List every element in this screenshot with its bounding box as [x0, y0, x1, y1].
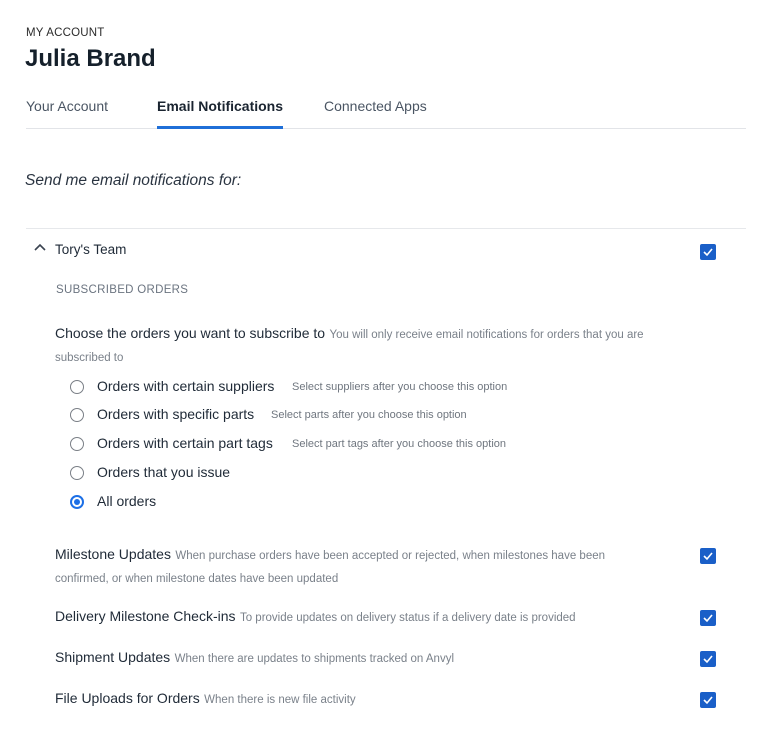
radio-button[interactable]	[70, 380, 84, 394]
checkmark-icon	[703, 552, 713, 561]
notification-milestone-updates: Milestone Updates When purchase orders h…	[55, 544, 655, 590]
notification-delivery-checkins: Delivery Milestone Check-ins To provide …	[55, 606, 655, 629]
tab-email-notifications[interactable]: Email Notifications	[157, 98, 284, 129]
radio-button[interactable]	[70, 466, 84, 480]
option-label: Orders that you issue	[97, 464, 231, 480]
team-checkbox[interactable]	[700, 244, 716, 260]
notification-hint: When there are updates to shipments trac…	[174, 653, 454, 665]
option-label: Orders with certain part tags	[97, 435, 273, 451]
notification-title: Delivery Milestone Check-ins	[55, 608, 236, 624]
team-name: Tory's Team	[55, 242, 127, 257]
option-label: Orders with certain suppliers	[97, 378, 275, 394]
intro-text: Send me email notifications for:	[25, 172, 242, 189]
notification-title: Shipment Updates	[55, 649, 171, 665]
tab-bar: Your Account Email Notifications Connect…	[26, 96, 746, 129]
checkmark-icon	[703, 248, 713, 257]
subscribe-prompt: Choose the orders you want to subscribe …	[55, 323, 695, 369]
option-all-orders[interactable]: All orders	[70, 492, 156, 512]
delivery-checkins-checkbox[interactable]	[700, 610, 716, 626]
section-label: SUBSCRIBED ORDERS	[56, 284, 189, 296]
checkmark-icon	[703, 696, 713, 705]
file-uploads-checkbox[interactable]	[700, 692, 716, 708]
divider	[26, 228, 746, 229]
page-eyebrow: MY ACCOUNT	[26, 27, 105, 39]
option-hint: Select suppliers after you choose this o…	[292, 381, 508, 393]
radio-button-selected[interactable]	[70, 495, 84, 509]
option-certain-part-tags[interactable]: Orders with certain part tags Select par…	[70, 434, 506, 454]
notification-hint: To provide updates on delivery status if…	[239, 612, 576, 624]
shipment-updates-checkbox[interactable]	[700, 651, 716, 667]
option-certain-suppliers[interactable]: Orders with certain suppliers Select sup…	[70, 377, 507, 397]
milestone-updates-checkbox[interactable]	[700, 548, 716, 564]
option-label: Orders with specific parts	[97, 406, 255, 422]
radio-button[interactable]	[70, 437, 84, 451]
chevron-up-icon[interactable]	[33, 240, 47, 252]
option-specific-parts[interactable]: Orders with specific parts Select parts …	[70, 405, 467, 425]
radio-button[interactable]	[70, 408, 84, 422]
notification-hint: When there is new file activity	[204, 694, 356, 706]
tab-connected-apps[interactable]: Connected Apps	[324, 98, 427, 129]
option-hint: Select parts after you choose this optio…	[271, 409, 467, 421]
notification-file-uploads: File Uploads for Orders When there is ne…	[55, 688, 655, 711]
notification-title: File Uploads for Orders	[55, 690, 200, 706]
subscribe-title: Choose the orders you want to subscribe …	[55, 325, 326, 341]
page-title: Julia Brand	[25, 45, 156, 72]
option-hint: Select part tags after you choose this o…	[292, 438, 507, 450]
checkmark-icon	[703, 614, 713, 623]
option-label: All orders	[97, 493, 157, 509]
tab-your-account[interactable]: Your Account	[26, 98, 108, 129]
notification-shipment-updates: Shipment Updates When there are updates …	[55, 647, 655, 670]
checkmark-icon	[703, 655, 713, 664]
option-orders-you-issue[interactable]: Orders that you issue	[70, 463, 230, 483]
notification-title: Milestone Updates	[55, 546, 171, 562]
